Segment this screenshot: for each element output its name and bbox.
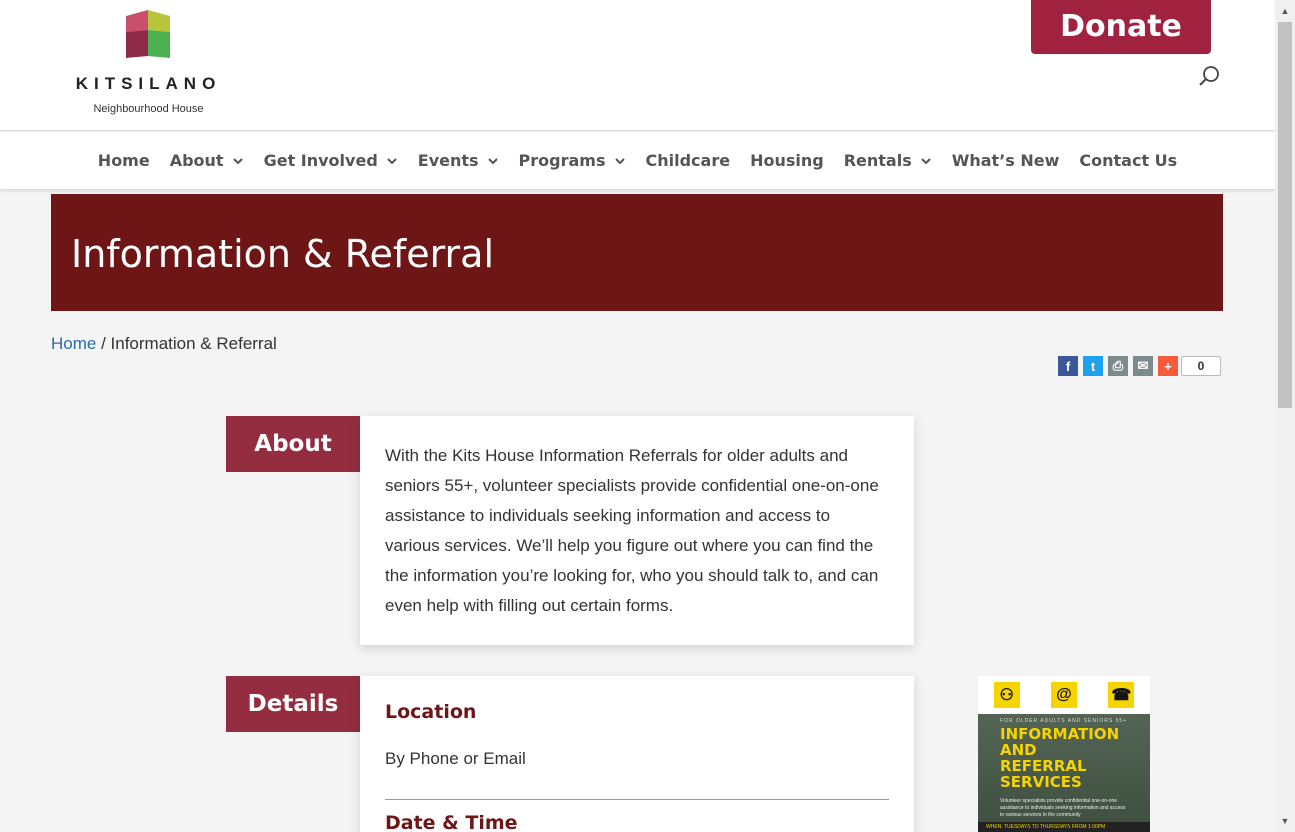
site-logo[interactable]: KITSILANO Neighbourhood House: [56, 8, 241, 120]
nav-item-housing[interactable]: Housing: [740, 151, 834, 170]
scrollbar-thumb[interactable]: [1278, 22, 1292, 408]
nav-item-label: Childcare: [645, 151, 731, 170]
scroll-up-arrow-icon[interactable]: ▲: [1279, 6, 1291, 16]
poster-icon-row: ⚇ @ ☎: [978, 676, 1150, 714]
donate-button[interactable]: Donate: [1031, 0, 1211, 54]
search-icon[interactable]: [1198, 64, 1222, 88]
nav-item-home[interactable]: Home: [88, 151, 160, 170]
nav-item-about[interactable]: About: [160, 151, 254, 170]
logo-subtitle: Neighbourhood House: [93, 103, 204, 115]
chevron-down-icon[interactable]: [232, 155, 244, 167]
poster-title: INFORMATION AND REFERRAL SERVICES: [1000, 725, 1120, 791]
share-bar: f t ⎙ ✉ + 0: [1058, 356, 1221, 376]
scroll-down-arrow-icon[interactable]: ▼: [1279, 816, 1291, 826]
breadcrumb-home-link[interactable]: Home: [51, 334, 96, 353]
about-text: With the Kits House Information Referral…: [385, 446, 879, 615]
main-nav: Home About Get Involved Events Programs Child…: [0, 132, 1275, 189]
details-divider: [385, 799, 889, 800]
nav-item-contact-us[interactable]: Contact Us: [1069, 151, 1187, 170]
poster-body: Volunteer specialists provide confidenti…: [1000, 798, 1126, 818]
nav-item-rentals[interactable]: Rentals: [834, 151, 942, 170]
twitter-icon[interactable]: t: [1083, 356, 1103, 376]
poster-when: WHEN: TUESDAYS TO THURSDAYS FROM 1:00PM: [978, 822, 1150, 832]
chevron-down-icon[interactable]: [487, 155, 499, 167]
nav-item-label: About: [169, 151, 224, 170]
breadcrumb-separator: /: [96, 334, 111, 353]
facebook-icon[interactable]: f: [1058, 356, 1078, 376]
chevron-down-icon[interactable]: [920, 155, 932, 167]
poster-small-text: FOR OLDER ADULTS AND SENIORS 55+: [1000, 718, 1128, 724]
nav-item-programs[interactable]: Programs: [509, 151, 636, 170]
nav-item-label: Home: [97, 151, 150, 170]
about-label: About: [226, 416, 360, 472]
email-icon[interactable]: ✉: [1133, 356, 1153, 376]
chevron-down-icon[interactable]: [614, 155, 626, 167]
logo-title: KITSILANO: [75, 74, 222, 93]
details-label: Details: [226, 676, 360, 732]
nav-item-label: Housing: [750, 151, 824, 170]
nav-item-label: Contact Us: [1079, 151, 1178, 170]
nav-item-events[interactable]: Events: [408, 151, 509, 170]
about-card: With the Kits House Information Referral…: [360, 416, 914, 645]
page-banner: Information & Referral: [51, 194, 1223, 311]
details-card: Location By Phone or Email Date & Time: [360, 676, 914, 832]
breadcrumb-current: Information & Referral: [110, 334, 277, 353]
breadcrumb: Home / Information & Referral: [51, 334, 277, 354]
phone-icon: ☎: [1108, 682, 1135, 708]
chevron-down-icon[interactable]: [386, 155, 398, 167]
nav-item-label: Events: [417, 151, 479, 170]
site-header: KITSILANO Neighbourhood House Donate: [0, 0, 1275, 131]
print-icon[interactable]: ⎙: [1108, 356, 1128, 376]
nav-item-childcare[interactable]: Childcare: [636, 151, 741, 170]
nav-item-label: What’s New: [951, 151, 1060, 170]
nav-item-get-involved[interactable]: Get Involved: [254, 151, 408, 170]
page-title: Information & Referral: [71, 232, 495, 276]
event-poster-image[interactable]: ⚇ @ ☎ FOR OLDER ADULTS AND SENIORS 55+ I…: [978, 676, 1150, 832]
datetime-heading: Date & Time: [385, 812, 518, 832]
share-count: 0: [1181, 356, 1221, 376]
people-icon: ⚇: [993, 682, 1020, 708]
location-value: By Phone or Email: [385, 749, 526, 768]
location-heading: Location: [385, 701, 477, 723]
at-sign-icon: @: [1050, 682, 1077, 708]
logo-mark-icon: [126, 10, 170, 58]
nav-item-what-s-new[interactable]: What’s New: [942, 151, 1070, 170]
nav-item-label: Programs: [518, 151, 606, 170]
nav-item-label: Get Involved: [263, 151, 378, 170]
vertical-scrollbar[interactable]: ▲ ▼: [1275, 0, 1295, 832]
more-share-icon[interactable]: +: [1158, 356, 1178, 376]
nav-item-label: Rentals: [843, 151, 912, 170]
